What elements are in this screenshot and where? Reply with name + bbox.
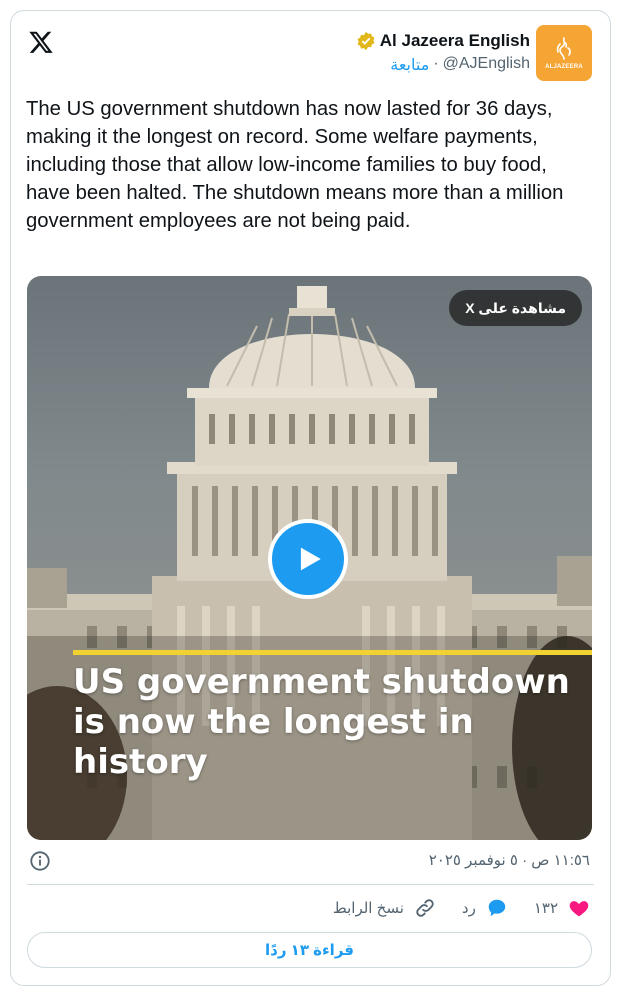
copy-link-action[interactable]: نسخ الرابط [333,897,436,919]
video-media[interactable]: US government shutdown is now the longes… [27,276,592,840]
tweet-card: Al Jazeera English متابعة · @AJEnglish A… [10,10,611,986]
verified-badge-icon [357,31,375,51]
link-icon [416,899,434,917]
reply-bubble-icon [488,899,506,917]
like-count: ١٣٢ [533,900,558,917]
heart-icon [569,901,589,917]
copy-link-label: نسخ الرابط [332,900,404,917]
play-icon [300,547,321,571]
read-replies-button[interactable]: قراءة ١٣ ردًا [27,932,592,968]
avatar[interactable]: ALJAZEERA [536,25,592,81]
info-icon[interactable] [29,850,51,872]
aljazeera-logo-icon [556,37,571,60]
watch-on-x-button[interactable]: مشاهدة على X [449,290,582,326]
divider [27,884,594,885]
play-button[interactable] [268,519,348,599]
author-block[interactable]: Al Jazeera English متابعة · @AJEnglish [356,31,530,75]
tweet-text: The US government shutdown has now laste… [26,98,564,232]
like-action[interactable]: ١٣٢ [534,897,590,919]
author-handle[interactable]: @AJEnglish [443,55,530,75]
author-name[interactable]: Al Jazeera English [380,31,530,51]
x-logo-icon[interactable] [27,29,55,55]
tweet-timestamp[interactable]: ١١:٥٦ ص · ٥ نوفمبر ٢٠٢٥ [429,851,590,869]
video-caption: US government shutdown is now the longes… [73,662,570,782]
avatar-text: ALJAZEERA [545,64,583,70]
reply-label: رد [461,900,476,917]
reply-action[interactable]: رد [462,897,508,919]
follow-button[interactable]: متابعة [390,55,429,75]
separator: · [433,55,439,72]
caption-accent-bar [73,650,592,655]
action-bar: ١٣٢ رد نسخ الرابط [333,897,590,919]
